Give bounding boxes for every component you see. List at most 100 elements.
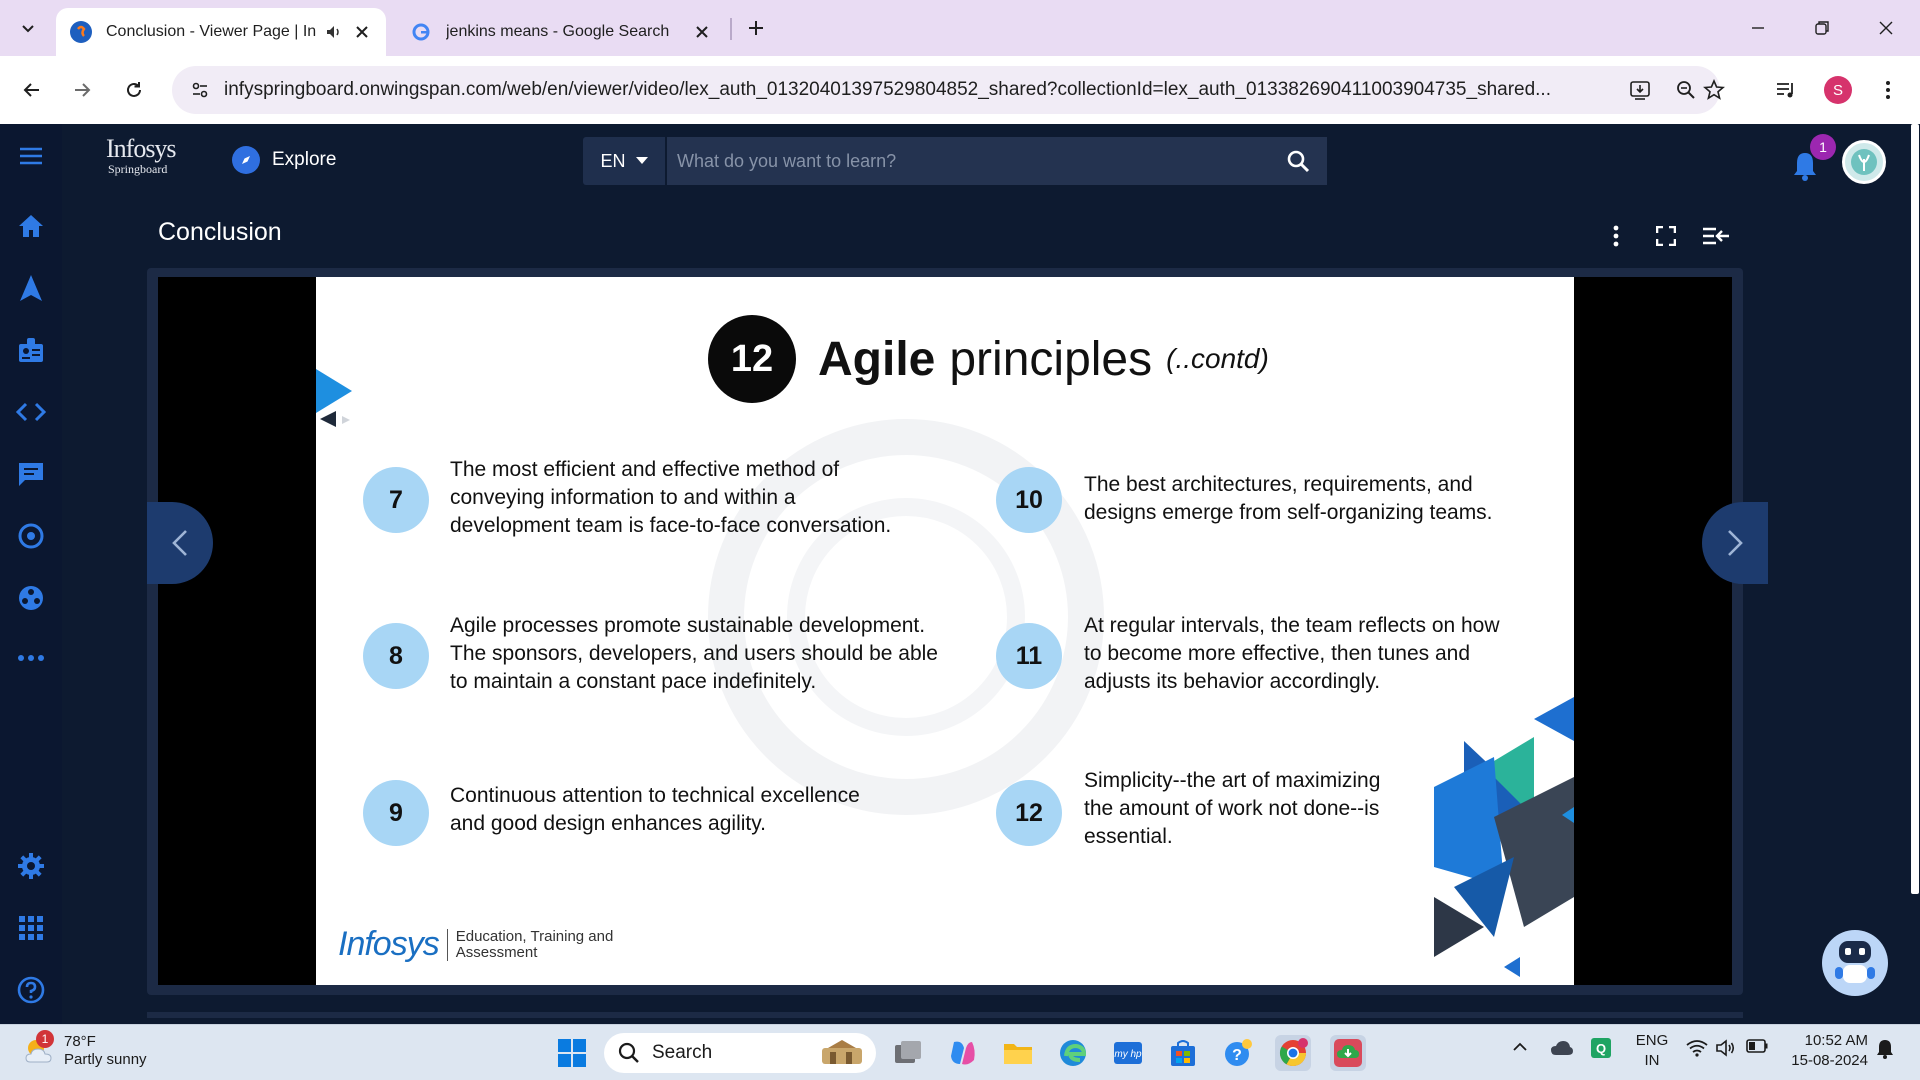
close-tab-icon[interactable] bbox=[352, 22, 372, 42]
edge-button[interactable] bbox=[1055, 1035, 1091, 1071]
video-frame[interactable]: 12 Agile principles (..contd) 7 The most… bbox=[158, 277, 1732, 985]
page-scrollbar-thumb[interactable] bbox=[1911, 124, 1919, 894]
tab-google-search[interactable]: jenkins means - Google Search bbox=[396, 8, 726, 56]
infosys-logo: Infosys bbox=[338, 925, 440, 963]
forward-button[interactable] bbox=[62, 70, 102, 110]
close-icon bbox=[1879, 21, 1893, 35]
gear-icon bbox=[18, 853, 44, 879]
input-language[interactable]: ENG IN bbox=[1632, 1031, 1672, 1071]
google-favicon bbox=[410, 21, 432, 43]
chevron-left-icon bbox=[172, 530, 187, 556]
caret-down-icon bbox=[635, 157, 648, 164]
onedrive-tray[interactable] bbox=[1550, 1039, 1574, 1061]
back-button[interactable] bbox=[12, 70, 52, 110]
explore-link[interactable]: Explore bbox=[232, 146, 336, 174]
chrome-button[interactable] bbox=[1275, 1035, 1311, 1071]
user-avatar[interactable] bbox=[1842, 140, 1886, 184]
tab-viewer-page[interactable]: Conclusion - Viewer Page | Infosys Sprin… bbox=[56, 8, 386, 56]
help-app-button[interactable]: ? bbox=[1220, 1035, 1256, 1071]
sidebar-item-help[interactable] bbox=[11, 970, 51, 1010]
sidebar-item-home[interactable] bbox=[11, 206, 51, 246]
file-explorer-button[interactable] bbox=[1000, 1035, 1036, 1071]
chevron-right-icon bbox=[1728, 530, 1743, 556]
profile-avatar: S bbox=[1824, 76, 1852, 104]
cloud-download-app-button[interactable] bbox=[1330, 1035, 1366, 1071]
page-title: Conclusion bbox=[158, 218, 282, 246]
bookmark-star-icon[interactable] bbox=[1694, 70, 1734, 110]
tab-search-button[interactable] bbox=[10, 10, 46, 46]
weather-desc: Partly sunny bbox=[64, 1051, 147, 1068]
new-tab-button[interactable] bbox=[740, 12, 772, 44]
start-button[interactable] bbox=[554, 1035, 590, 1071]
url-text: infyspringboard.onwingspan.com/web/en/vi… bbox=[224, 79, 1551, 100]
sidebar-item-career[interactable] bbox=[11, 330, 51, 370]
sidebar-item-discussions[interactable] bbox=[11, 454, 51, 494]
svg-text:?: ? bbox=[1232, 1047, 1242, 1064]
principle-number: 7 bbox=[363, 467, 429, 533]
tab-title: Conclusion - Viewer Page | Infosys Sprin… bbox=[106, 23, 316, 40]
volume-tray[interactable] bbox=[1716, 1039, 1736, 1061]
battery-tray[interactable] bbox=[1746, 1039, 1768, 1057]
target-icon bbox=[18, 523, 44, 549]
code-icon bbox=[16, 402, 46, 422]
system-clock[interactable]: 10:52 AM 15-08-2024 bbox=[1786, 1031, 1868, 1071]
notification-center[interactable] bbox=[1876, 1039, 1894, 1063]
arrow-left-icon bbox=[23, 83, 39, 97]
svg-text:my hp: my hp bbox=[1114, 1049, 1142, 1060]
search-input[interactable] bbox=[665, 137, 1327, 185]
fullscreen-button[interactable] bbox=[1646, 216, 1686, 256]
notification-badge: 1 bbox=[1810, 134, 1836, 160]
close-window-button[interactable] bbox=[1856, 8, 1916, 48]
store-button[interactable] bbox=[1165, 1035, 1201, 1071]
content-divider bbox=[147, 1012, 1743, 1018]
taskbar-search[interactable]: Search bbox=[604, 1033, 876, 1073]
sidebar-item-apps[interactable] bbox=[11, 908, 51, 948]
wifi-icon bbox=[1686, 1040, 1708, 1057]
browser-menu-button[interactable] bbox=[1868, 70, 1908, 110]
notifications-button[interactable]: 1 bbox=[1790, 134, 1836, 184]
hamburger-icon bbox=[20, 147, 42, 165]
springboard-app: Infosys Springboard Explore EN 1 bbox=[0, 124, 1920, 1024]
language-select[interactable]: EN bbox=[583, 137, 665, 185]
principle-number: 11 bbox=[996, 623, 1062, 689]
menu-toggle[interactable] bbox=[11, 136, 51, 176]
home-icon bbox=[19, 215, 43, 237]
task-view-button[interactable] bbox=[890, 1035, 926, 1071]
profile-button[interactable]: S bbox=[1818, 70, 1858, 110]
reload-button[interactable] bbox=[114, 70, 154, 110]
minimize-button[interactable] bbox=[1728, 8, 1788, 48]
weather-widget[interactable]: 1 78°F Partly sunny bbox=[22, 1030, 147, 1069]
more-options-button[interactable] bbox=[1596, 216, 1636, 256]
sidebar-item-code[interactable] bbox=[11, 392, 51, 432]
search-button[interactable] bbox=[1283, 146, 1313, 176]
footer-divider bbox=[446, 928, 448, 961]
sidebar-item-settings[interactable] bbox=[11, 846, 51, 886]
restore-button[interactable] bbox=[1792, 8, 1852, 48]
myhp-button[interactable]: my hp bbox=[1110, 1035, 1146, 1071]
address-bar[interactable]: infyspringboard.onwingspan.com/web/en/vi… bbox=[172, 66, 1720, 114]
site-settings-icon[interactable] bbox=[176, 66, 224, 114]
avatar-icon bbox=[1851, 149, 1877, 175]
speaker-icon[interactable] bbox=[324, 22, 344, 42]
show-hidden-icons[interactable] bbox=[1512, 1039, 1528, 1059]
q-app-tray[interactable]: Q bbox=[1590, 1037, 1612, 1063]
fullscreen-icon bbox=[1656, 226, 1676, 246]
principle-number: 10 bbox=[996, 467, 1062, 533]
chatbot-button[interactable] bbox=[1822, 930, 1888, 996]
search-icon bbox=[618, 1042, 639, 1063]
collapse-toc-button[interactable] bbox=[1696, 216, 1736, 256]
sidebar-item-target[interactable] bbox=[11, 516, 51, 556]
install-app-icon[interactable] bbox=[1620, 70, 1660, 110]
sidebar-item-more[interactable] bbox=[11, 638, 51, 678]
copilot-button[interactable] bbox=[945, 1035, 981, 1071]
search-highlight-icon bbox=[822, 1040, 862, 1064]
sidebar-item-community[interactable] bbox=[11, 578, 51, 618]
weather-temp: 78°F bbox=[64, 1033, 96, 1050]
collapse-panel-icon bbox=[1703, 227, 1729, 245]
principle-text: Simplicity--the art of maximizing the am… bbox=[1084, 769, 1381, 848]
wifi-tray[interactable] bbox=[1686, 1039, 1708, 1061]
close-tab-icon[interactable] bbox=[692, 22, 712, 42]
infosys-springboard-logo[interactable]: Infosys Springboard bbox=[106, 136, 196, 184]
sidebar-item-navigate[interactable] bbox=[11, 268, 51, 308]
media-control-icon[interactable] bbox=[1766, 70, 1806, 110]
